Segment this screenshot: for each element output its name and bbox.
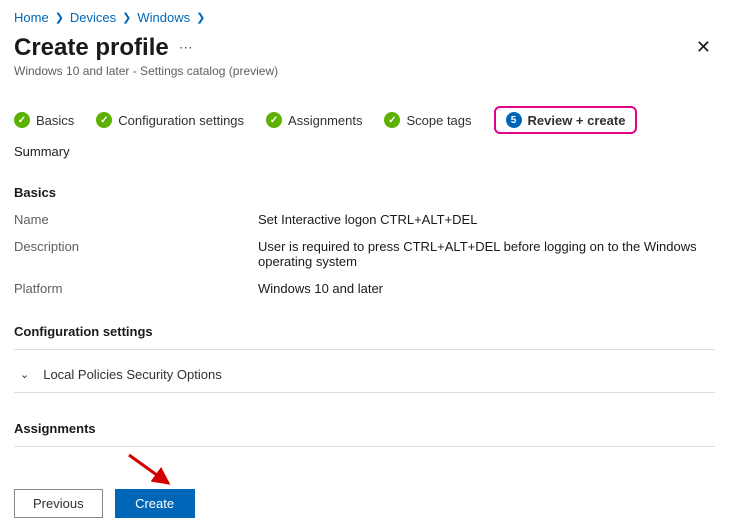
field-name: Name Set Interactive logon CTRL+ALT+DEL (14, 212, 715, 227)
chevron-right-icon: ❯ (55, 11, 64, 24)
divider (14, 349, 715, 350)
page-subtitle: Windows 10 and later - Settings catalog … (14, 64, 715, 78)
field-value: Windows 10 and later (258, 281, 715, 296)
configuration-settings-heading: Configuration settings (14, 324, 715, 339)
config-expander-local-policies[interactable]: ⌄ Local Policies Security Options (14, 357, 715, 393)
step-label: Configuration settings (118, 113, 244, 128)
step-label: Assignments (288, 113, 362, 128)
field-label: Platform (14, 281, 258, 296)
chevron-down-icon: ⌄ (20, 368, 29, 381)
check-icon: ✓ (96, 112, 112, 128)
step-configuration-settings[interactable]: ✓ Configuration settings (96, 112, 244, 128)
step-assignments[interactable]: ✓ Assignments (266, 112, 362, 128)
breadcrumb: Home ❯ Devices ❯ Windows ❯ (14, 10, 715, 25)
check-icon: ✓ (384, 112, 400, 128)
breadcrumb-home[interactable]: Home (14, 10, 49, 25)
wizard-steps: ✓ Basics ✓ Configuration settings ✓ Assi… (14, 106, 715, 134)
page-title: Create profile (14, 34, 169, 62)
close-icon[interactable]: ✕ (692, 33, 715, 62)
more-icon[interactable]: ⋯ (179, 39, 195, 56)
step-review-create[interactable]: 5 Review + create (494, 106, 638, 134)
step-basics[interactable]: ✓ Basics (14, 112, 74, 128)
expander-label: Local Policies Security Options (43, 367, 221, 382)
chevron-right-icon: ❯ (196, 11, 205, 24)
field-label: Description (14, 239, 258, 269)
arrow-icon (124, 451, 184, 491)
field-value: Set Interactive logon CTRL+ALT+DEL (258, 212, 715, 227)
breadcrumb-devices[interactable]: Devices (70, 10, 116, 25)
field-platform: Platform Windows 10 and later (14, 281, 715, 296)
field-label: Name (14, 212, 258, 227)
step-number-icon: 5 (506, 112, 522, 128)
assignments-heading: Assignments (14, 421, 715, 436)
breadcrumb-windows[interactable]: Windows (137, 10, 190, 25)
step-label: Basics (36, 113, 74, 128)
divider (14, 446, 715, 447)
previous-button[interactable]: Previous (14, 489, 103, 518)
button-bar: Previous Create (14, 489, 715, 518)
step-scope-tags[interactable]: ✓ Scope tags (384, 112, 471, 128)
chevron-right-icon: ❯ (122, 11, 131, 24)
field-description: Description User is required to press CT… (14, 239, 715, 269)
summary-heading: Summary (14, 144, 715, 159)
step-label: Scope tags (406, 113, 471, 128)
check-icon: ✓ (266, 112, 282, 128)
annotation-arrow (14, 453, 715, 485)
step-label: Review + create (528, 113, 626, 128)
check-icon: ✓ (14, 112, 30, 128)
create-button[interactable]: Create (115, 489, 195, 518)
basics-heading: Basics (14, 185, 715, 200)
field-value: User is required to press CTRL+ALT+DEL b… (258, 239, 715, 269)
